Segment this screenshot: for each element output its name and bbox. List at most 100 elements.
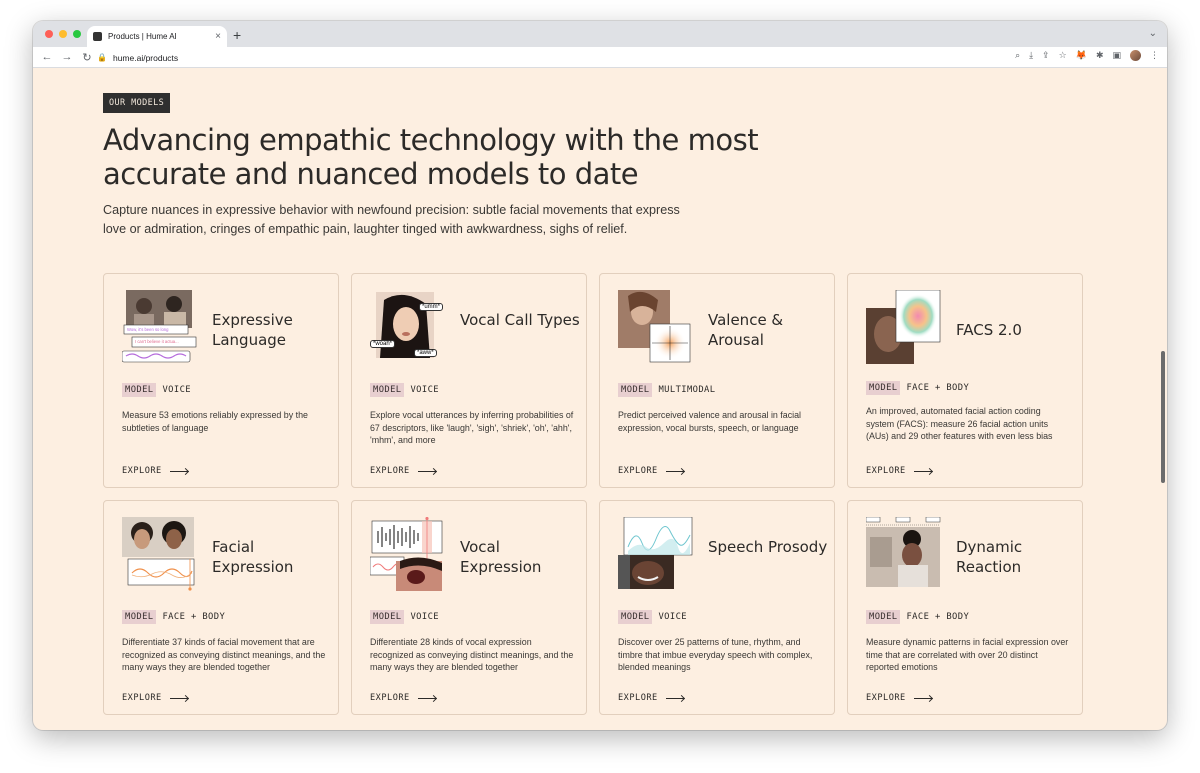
window-controls — [45, 30, 81, 38]
minimize-window-button[interactable] — [59, 30, 67, 38]
model-tag: MODEL — [866, 381, 901, 395]
category-label: VOICE — [658, 612, 687, 622]
card-tags: MODEL VOICE — [370, 610, 439, 624]
card-description: Discover over 25 patterns of tune, rhyth… — [618, 637, 813, 672]
explore-link[interactable]: EXPLORE — [866, 466, 932, 476]
browser-window: Products | Hume AI × + ⌄ ← → ↻ 🔒 hume.ai… — [33, 21, 1167, 730]
category-label: FACE + BODY — [906, 612, 970, 622]
page-scrollbar[interactable] — [1161, 351, 1165, 483]
browser-menu-icon[interactable]: ⋮ — [1150, 50, 1159, 61]
card-description: Differentiate 28 kinds of vocal expressi… — [370, 637, 574, 672]
explore-label: EXPLORE — [122, 693, 162, 703]
extensions-puzzle-icon[interactable]: ✱ — [1096, 50, 1104, 61]
profile-avatar[interactable] — [1130, 50, 1141, 61]
url-text: hume.ai/products — [112, 52, 179, 63]
call-bubble-aww: *aww* — [414, 349, 437, 357]
hume-favicon-icon — [93, 32, 102, 41]
card-title: Vocal Call Types — [460, 311, 580, 329]
card-tags: MODEL FACE + BODY — [122, 610, 225, 624]
reload-button[interactable]: ↻ — [81, 51, 93, 64]
card-description: Measure dynamic patterns in facial expre… — [866, 637, 1069, 672]
model-tag: MODEL — [122, 383, 157, 397]
bookmark-star-icon[interactable]: ☆ — [1059, 50, 1067, 61]
explore-link[interactable]: EXPLORE — [122, 466, 188, 476]
tab-close-icon[interactable]: × — [215, 31, 221, 42]
card-title: Dynamic Reaction — [956, 538, 1023, 576]
section-eyebrow: OUR MODELS — [103, 93, 171, 113]
arrow-right-icon — [665, 697, 684, 699]
card-tags: MODEL FACE + BODY — [866, 381, 969, 395]
model-tag: MODEL — [122, 610, 157, 624]
explore-link[interactable]: EXPLORE — [866, 693, 932, 703]
card-title: Speech Prosody — [708, 538, 828, 556]
arrow-right-icon — [417, 470, 436, 472]
category-label: FACE + BODY — [906, 383, 970, 393]
model-card-facial-expression[interactable]: Facial Expression MODEL FACE + BODY Diff… — [103, 500, 339, 715]
model-card-valence-arousal[interactable]: Valence & Arousal MODEL MULTIMODAL Predi… — [599, 273, 835, 488]
new-tab-button[interactable]: + — [233, 27, 241, 43]
tab-search-chevron-icon[interactable]: ⌄ — [1149, 28, 1157, 39]
card-title: Vocal Expression — [460, 538, 542, 576]
model-card-facs[interactable]: FACS 2.0 MODEL FACE + BODY An improved, … — [847, 273, 1083, 488]
explore-label: EXPLORE — [618, 466, 658, 476]
arrow-right-icon — [913, 470, 932, 472]
tab-bar: Products | Hume AI × + ⌄ — [33, 21, 1167, 47]
zoom-icon[interactable]: ⌕ — [1015, 50, 1020, 61]
card-tags: MODEL VOICE — [122, 383, 191, 397]
card-title: Expressive Language — [212, 311, 293, 349]
page-headline: Advancing empathic technology with the m… — [103, 123, 759, 191]
model-card-speech-prosody[interactable]: Speech Prosody MODEL VOICE Discover over… — [599, 500, 835, 715]
maximize-window-button[interactable] — [73, 30, 81, 38]
category-label: MULTIMODAL — [658, 385, 716, 395]
model-card-vocal-expression[interactable]: Vocal Expression MODEL VOICE Differentia… — [351, 500, 587, 715]
download-icon[interactable]: ⤓ — [1029, 50, 1033, 61]
forward-button[interactable]: → — [61, 51, 73, 63]
card-tags: MODEL VOICE — [618, 610, 687, 624]
explore-label: EXPLORE — [866, 693, 906, 703]
card-description: Predict perceived valence and arousal in… — [618, 410, 802, 433]
speech-prosody-illustration — [618, 516, 694, 593]
tab-title: Products | Hume AI — [108, 32, 177, 41]
page-lede: Capture nuances in expressive behavior w… — [103, 203, 680, 236]
url-field[interactable]: 🔒 hume.ai/products — [97, 50, 987, 65]
back-button[interactable]: ← — [41, 51, 53, 63]
lock-icon: 🔒 — [97, 53, 107, 62]
arrow-right-icon — [169, 697, 188, 699]
arrow-right-icon — [913, 697, 932, 699]
card-tags: MODEL MULTIMODAL — [618, 383, 715, 397]
arrow-right-icon — [417, 697, 436, 699]
explore-link[interactable]: EXPLORE — [122, 693, 188, 703]
model-card-dynamic-reaction[interactable]: Dynamic Reaction MODEL FACE + BODY Measu… — [847, 500, 1083, 715]
close-window-button[interactable] — [45, 30, 53, 38]
page-content: OUR MODELS Advancing empathic technology… — [33, 69, 1167, 730]
card-title: Facial Expression — [212, 538, 294, 576]
arrow-right-icon — [665, 470, 684, 472]
explore-label: EXPLORE — [370, 466, 410, 476]
side-panel-icon[interactable]: ▣ — [1112, 50, 1121, 61]
facs-illustration — [866, 289, 942, 366]
explore-link[interactable]: EXPLORE — [370, 693, 436, 703]
explore-label: EXPLORE — [866, 466, 906, 476]
explore-link[interactable]: EXPLORE — [370, 466, 436, 476]
card-title: FACS 2.0 — [956, 321, 1022, 339]
card-description: Differentiate 37 kinds of facial movemen… — [122, 637, 326, 672]
metamask-extension-icon[interactable]: 🦊 — [1076, 50, 1087, 61]
model-card-vocal-call-types[interactable]: *umm* *woah* *aww* Vocal Call Types MODE… — [351, 273, 587, 488]
address-bar: ← → ↻ 🔒 hume.ai/products ⌕ ⤓ ⇪ ☆ 🦊 ✱ ▣ ⋮ — [33, 47, 1167, 68]
explore-link[interactable]: EXPLORE — [618, 693, 684, 703]
card-tags: MODEL FACE + BODY — [866, 610, 969, 624]
category-label: VOICE — [410, 612, 439, 622]
card-description: Explore vocal utterances by inferring pr… — [370, 410, 574, 445]
card-tags: MODEL VOICE — [370, 383, 439, 397]
explore-link[interactable]: EXPLORE — [618, 466, 684, 476]
dynamic-reaction-illustration — [865, 516, 942, 593]
model-tag: MODEL — [618, 383, 653, 397]
explore-label: EXPLORE — [122, 466, 162, 476]
model-card-expressive-language[interactable]: Wow, it's been so long I can't believe i… — [103, 273, 339, 488]
arrow-right-icon — [169, 470, 188, 472]
tab-products[interactable]: Products | Hume AI × — [87, 26, 227, 47]
model-tag: MODEL — [370, 610, 405, 624]
browser-toolbar: ⌕ ⤓ ⇪ ☆ 🦊 ✱ ▣ ⋮ — [1015, 50, 1159, 61]
share-icon[interactable]: ⇪ — [1042, 50, 1050, 61]
model-tag: MODEL — [866, 610, 901, 624]
